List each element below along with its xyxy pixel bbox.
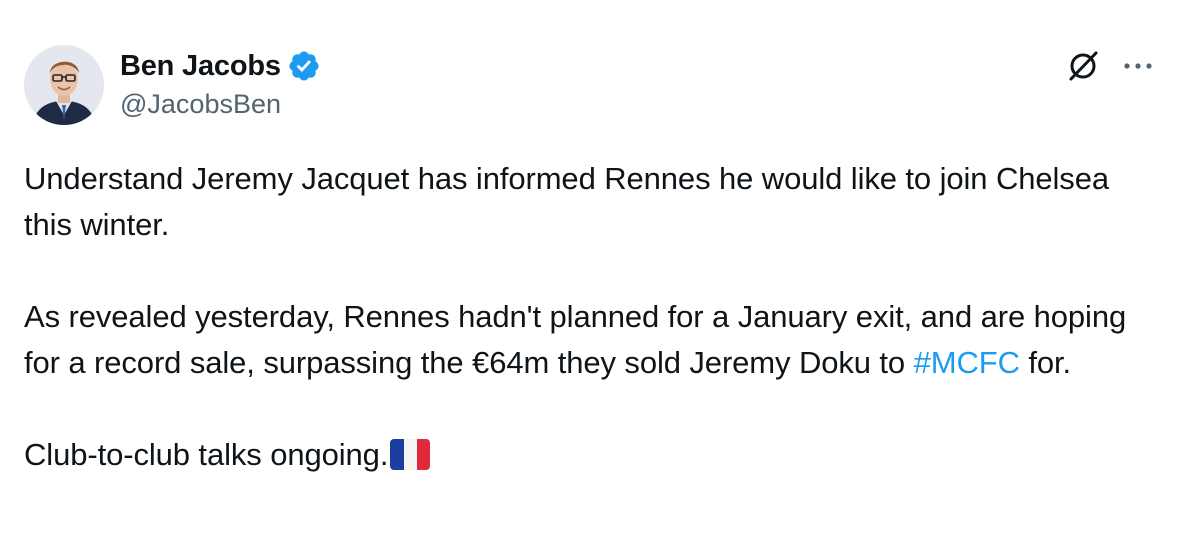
profile-photo-image	[24, 45, 104, 125]
tweet-paragraph-2: As revealed yesterday, Rennes hadn't pla…	[24, 294, 1154, 386]
avatar[interactable]	[24, 45, 104, 125]
france-flag-icon	[390, 439, 431, 470]
tweet-card: Ben Jacobs @JacobsBen Understand Jeremy …	[0, 0, 1179, 544]
grok-icon[interactable]	[1064, 47, 1102, 85]
tweet-paragraph-2-end: for.	[1019, 345, 1072, 380]
tweet-text: Understand Jeremy Jacquet has informed R…	[24, 156, 1154, 478]
tweet-paragraph-3-text: Club-to-club talks ongoing.	[24, 437, 389, 472]
verified-badge-icon[interactable]	[287, 49, 321, 83]
name-row: Ben Jacobs	[120, 46, 321, 86]
tweet-paragraph-1: Understand Jeremy Jacquet has informed R…	[24, 161, 1109, 242]
hashtag-link[interactable]: #MCFC	[914, 345, 1020, 380]
tweet-paragraph-3: Club-to-club talks ongoing.	[24, 432, 1154, 478]
author-name[interactable]: Ben Jacobs	[120, 46, 281, 86]
more-options-icon[interactable]	[1119, 47, 1157, 85]
author-handle[interactable]: @JacobsBen	[120, 86, 321, 122]
author-block: Ben Jacobs @JacobsBen	[120, 46, 321, 122]
